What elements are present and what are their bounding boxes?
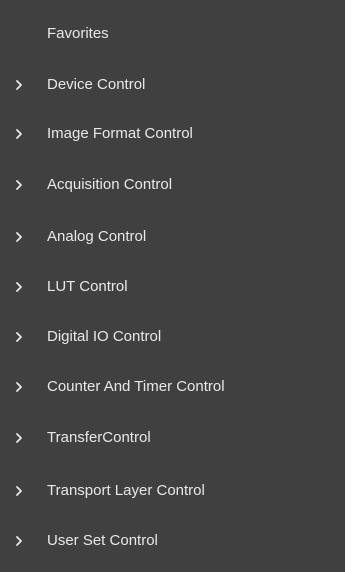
chevron-right-icon[interactable] [13, 231, 25, 243]
category-acquisition-control[interactable]: Acquisition Control [0, 170, 345, 200]
category-image-format-control[interactable]: Image Format Control [0, 119, 345, 149]
category-label: Image Format Control [47, 125, 193, 142]
category-lut-control[interactable]: LUT Control [0, 272, 345, 302]
category-label: Acquisition Control [47, 176, 173, 193]
chevron-right-icon[interactable] [13, 485, 25, 497]
category-label: Device Control [47, 76, 146, 93]
category-device-control[interactable]: Device Control [0, 70, 345, 100]
chevron-right-icon[interactable] [13, 381, 25, 393]
category-label: Transport Layer Control [47, 482, 205, 499]
category-label: LUT Control [47, 278, 128, 295]
chevron-right-icon[interactable] [13, 281, 25, 293]
category-label: Analog Control [47, 228, 147, 245]
category-label: User Set Control [47, 532, 158, 549]
category-label: TransferControl [47, 429, 151, 446]
category-analog-control[interactable]: Analog Control [0, 222, 345, 252]
chevron-right-icon[interactable] [13, 128, 25, 140]
category-transport-layer-control[interactable]: Transport Layer Control [0, 476, 345, 506]
favorites-label: Favorites [47, 25, 109, 42]
chevron-right-icon[interactable] [13, 432, 25, 444]
category-counter-and-timer-control[interactable]: Counter And Timer Control [0, 372, 345, 402]
category-label: Digital IO Control [47, 328, 162, 345]
category-digital-io-control[interactable]: Digital IO Control [0, 322, 345, 352]
chevron-right-icon[interactable] [13, 331, 25, 343]
feature-tree-panel: Favorites Device Control Image Format Co… [0, 0, 345, 572]
category-transfer-control[interactable]: TransferControl [0, 423, 345, 453]
favorites-item[interactable]: Favorites [0, 19, 345, 49]
chevron-right-icon[interactable] [13, 179, 25, 191]
chevron-right-icon[interactable] [13, 79, 25, 91]
category-label: Counter And Timer Control [47, 378, 225, 395]
chevron-right-icon[interactable] [13, 535, 25, 547]
category-user-set-control[interactable]: User Set Control [0, 526, 345, 556]
